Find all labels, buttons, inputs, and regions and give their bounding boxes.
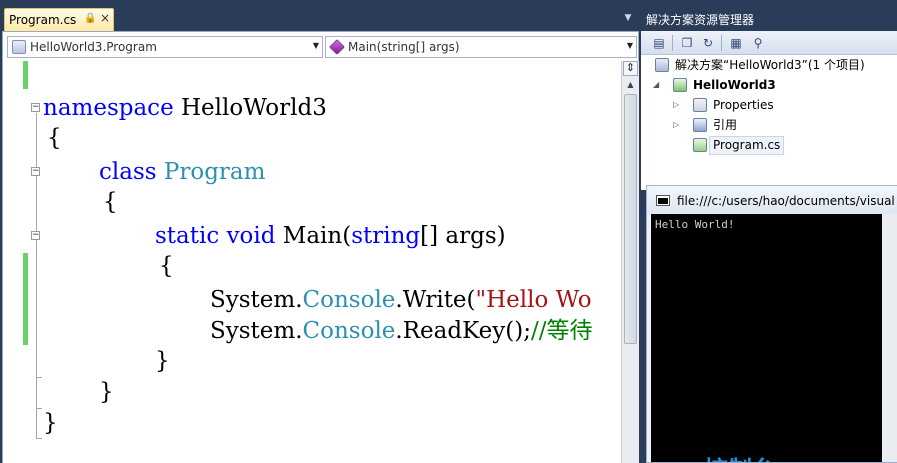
method-icon bbox=[329, 39, 345, 55]
tree-item-label: 解决方案“HelloWorld3”(1 个项目) bbox=[675, 58, 865, 72]
view-code-icon[interactable]: ▦ bbox=[727, 34, 745, 52]
show-all-files-icon[interactable]: ❐ bbox=[678, 34, 696, 52]
type-combo[interactable]: HelloWorld3.Program ▼ bbox=[7, 36, 323, 58]
tree-item-properties[interactable]: ▷ Properties bbox=[673, 95, 774, 115]
chevron-down-icon[interactable]: ▼ bbox=[627, 41, 633, 50]
solution-tree: 解决方案“HelloWorld3”(1 个项目) ◢ HelloWorld3 ▷… bbox=[641, 55, 897, 190]
properties-icon[interactable]: ▤ bbox=[650, 34, 668, 52]
code-line: } bbox=[155, 348, 170, 374]
console-output-area: Hello World! 控制台 bbox=[651, 214, 897, 462]
toolbar-separator bbox=[672, 35, 673, 51]
code-line: class Program bbox=[99, 159, 266, 185]
solution-explorer-toolbar: ▤ ❐ ↻ ▦ ⚲ bbox=[641, 31, 897, 55]
member-combo[interactable]: Main(string[] args) ▼ bbox=[325, 36, 637, 58]
type-combo-value: HelloWorld3.Program bbox=[30, 40, 157, 54]
code-line: static void Main(string[] args) bbox=[155, 223, 506, 249]
csharp-file-icon bbox=[693, 138, 707, 152]
console-output-text: Hello World! bbox=[655, 218, 735, 231]
change-marker bbox=[23, 61, 28, 89]
outline-end bbox=[36, 377, 42, 378]
solution-icon bbox=[655, 58, 669, 72]
console-window[interactable]: file:///c:/users/hao/documents/visual s … bbox=[646, 185, 897, 463]
toolbar-separator bbox=[721, 35, 722, 51]
editor-vertical-scrollbar[interactable]: ⇕ ▲ bbox=[621, 61, 639, 463]
code-editor[interactable]: − − − namespace HelloWorld3 { class Prog… bbox=[2, 61, 621, 463]
tab-label: Program.cs bbox=[9, 13, 77, 27]
console-titlebar[interactable]: file:///c:/users/hao/documents/visual s bbox=[647, 186, 897, 214]
collapse-class-icon[interactable]: − bbox=[31, 167, 40, 176]
tree-item-label: Properties bbox=[713, 98, 774, 112]
chevron-down-icon[interactable]: ▼ bbox=[313, 41, 319, 50]
code-line: } bbox=[99, 379, 114, 405]
code-line: System.Console.ReadKey();//等待 bbox=[210, 318, 593, 344]
console-caption: 控制台 bbox=[704, 450, 776, 462]
close-icon[interactable]: × bbox=[100, 11, 110, 25]
console-vertical-scrollbar[interactable] bbox=[882, 214, 897, 462]
class-icon bbox=[12, 40, 26, 54]
scroll-up-icon[interactable]: ▲ bbox=[623, 77, 638, 92]
code-line: System.Console.Write("Hello Wo bbox=[210, 287, 592, 313]
collapse-namespace-icon[interactable]: − bbox=[31, 103, 40, 112]
code-line: } bbox=[43, 410, 58, 436]
collapsed-arrow-icon[interactable]: ▷ bbox=[673, 115, 683, 135]
member-combo-value: Main(string[] args) bbox=[348, 40, 460, 54]
scroll-thumb[interactable] bbox=[624, 94, 637, 344]
console-title: file:///c:/users/hao/documents/visual s bbox=[677, 194, 897, 208]
solution-explorer-title: 解决方案资源管理器 bbox=[641, 0, 897, 31]
console-app-icon bbox=[656, 195, 670, 206]
tree-item-project[interactable]: ◢ HelloWorld3 bbox=[653, 75, 776, 95]
code-line: { bbox=[159, 253, 174, 279]
csharp-project-icon bbox=[673, 78, 687, 92]
expanded-arrow-icon[interactable]: ◢ bbox=[653, 75, 663, 95]
collapsed-arrow-icon[interactable]: ▷ bbox=[673, 95, 683, 115]
tree-item-label: HelloWorld3 bbox=[693, 78, 776, 92]
outline-guide bbox=[36, 113, 37, 439]
tree-item-references[interactable]: ▷ 引用 bbox=[673, 115, 737, 135]
code-line: namespace HelloWorld3 bbox=[43, 95, 327, 121]
editor-pane: Program.cs 🔒 × ▼ HelloWorld3.Program ▼ M… bbox=[0, 0, 640, 463]
collapse-method-icon[interactable]: − bbox=[31, 231, 40, 240]
references-icon bbox=[693, 118, 707, 132]
document-tab-program-cs[interactable]: Program.cs 🔒 × bbox=[4, 8, 114, 31]
class-diagram-icon[interactable]: ⚲ bbox=[749, 34, 767, 52]
tree-item-program-cs[interactable]: Program.cs bbox=[693, 135, 785, 155]
code-line: { bbox=[47, 125, 62, 151]
solution-explorer: 解决方案资源管理器 ▤ ❐ ↻ ▦ ⚲ 解决方案“HelloWorld3”(1 … bbox=[641, 0, 897, 190]
properties-folder-icon bbox=[693, 98, 707, 112]
change-marker bbox=[23, 253, 28, 345]
tree-item-label: 引用 bbox=[713, 118, 738, 132]
outline-end bbox=[36, 438, 42, 439]
outline-end bbox=[36, 408, 42, 409]
split-window-icon[interactable]: ⇕ bbox=[623, 61, 638, 76]
tab-list-dropdown-icon[interactable]: ▼ bbox=[622, 13, 634, 25]
refresh-icon[interactable]: ↻ bbox=[699, 34, 717, 52]
pin-icon[interactable]: 🔒 bbox=[84, 13, 96, 24]
tree-item-label: Program.cs bbox=[709, 136, 785, 155]
tree-item-solution[interactable]: 解决方案“HelloWorld3”(1 个项目) bbox=[655, 55, 865, 75]
navigation-bar: HelloWorld3.Program ▼ Main(string[] args… bbox=[2, 31, 639, 61]
code-line: { bbox=[103, 189, 118, 215]
